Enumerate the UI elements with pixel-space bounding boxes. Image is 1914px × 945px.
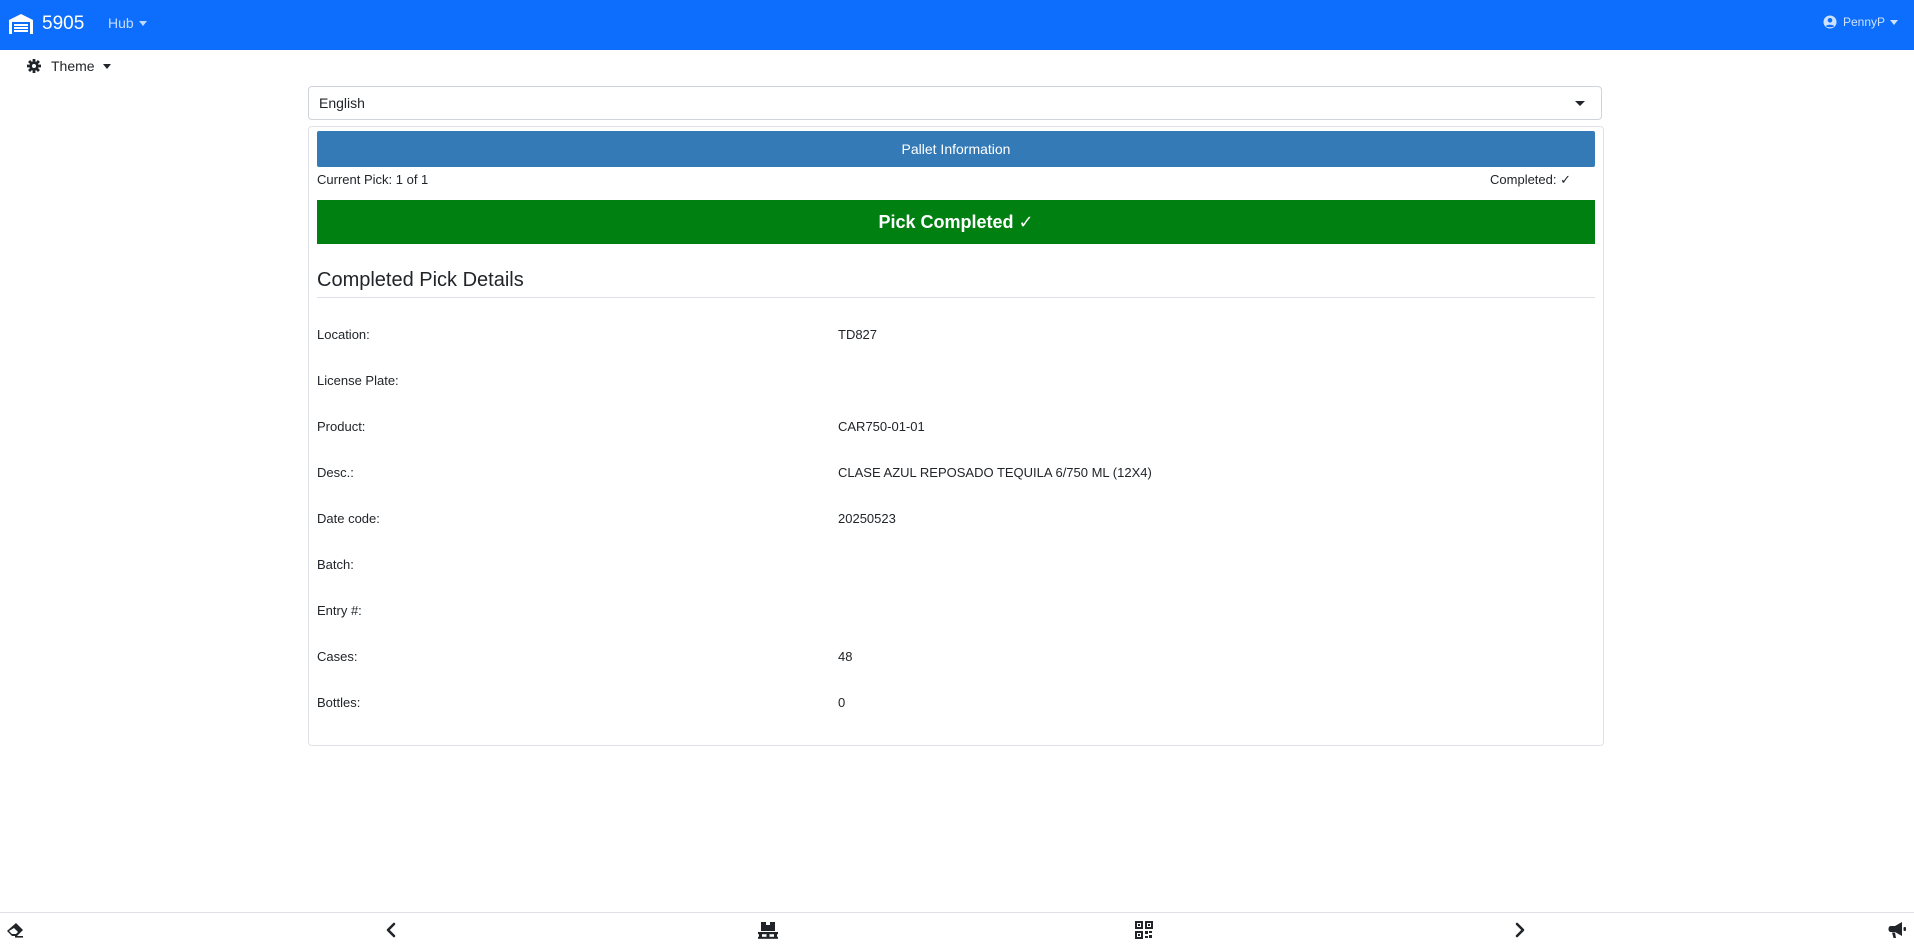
detail-row-product: Product: CAR750-01-01 (317, 417, 1595, 437)
detail-value: 48 (838, 649, 853, 664)
detail-row-desc: Desc.: CLASE AZUL REPOSADO TEQUILA 6/750… (317, 463, 1595, 483)
eraser-icon (7, 923, 23, 938)
caret-down-icon (102, 63, 111, 69)
brand-link[interactable]: 5905 (8, 12, 84, 36)
megaphone-icon (1888, 922, 1906, 938)
completed-status: Completed: ✓ (1490, 172, 1571, 187)
detail-label: Batch: (317, 557, 354, 572)
detail-row-batch: Batch: (317, 555, 1595, 575)
chevron-right-icon (1515, 922, 1525, 938)
top-navbar: 5905 Hub PennyP (0, 0, 1914, 50)
announcement-button[interactable] (1886, 921, 1908, 939)
eraser-button[interactable] (4, 921, 26, 939)
hub-label: Hub (108, 15, 134, 31)
detail-value: CAR750-01-01 (838, 419, 925, 434)
banner-text: Pick Completed ✓ (878, 211, 1034, 232)
detail-row-date-code: Date code: 20250523 (317, 509, 1595, 529)
user-name: PennyP (1842, 15, 1885, 29)
gear-icon (27, 59, 41, 73)
pallet-icon (758, 922, 778, 939)
hub-dropdown[interactable]: Hub (108, 15, 147, 31)
pick-card: Pallet Information Current Pick: 1 of 1 … (308, 126, 1604, 746)
detail-label: License Plate: (317, 373, 399, 388)
caret-down-icon (1575, 100, 1585, 106)
current-pick-counter: Current Pick: 1 of 1 (317, 172, 429, 187)
detail-label: Location: (317, 327, 370, 342)
qr-scan-button[interactable] (1133, 921, 1155, 939)
detail-row-location: Location: TD827 (317, 325, 1595, 345)
detail-value: CLASE AZUL REPOSADO TEQUILA 6/750 ML (12… (838, 465, 1152, 480)
detail-label: Bottles: (317, 695, 361, 710)
caret-down-icon (1890, 19, 1898, 25)
pick-completed-banner: Pick Completed ✓ (317, 200, 1595, 244)
pallet-information-button[interactable]: Pallet Information (317, 131, 1595, 167)
caret-down-icon (138, 20, 147, 26)
detail-label: Desc.: (317, 465, 354, 480)
divider (317, 297, 1595, 298)
user-circle-icon (1823, 15, 1837, 29)
detail-value: 20250523 (838, 511, 896, 526)
details-heading: Completed Pick Details (317, 269, 524, 291)
detail-row-entry: Entry #: (317, 601, 1595, 621)
language-selected-value: English (319, 95, 365, 111)
brand-title: 5905 (42, 13, 85, 34)
detail-row-license-plate: License Plate: (317, 371, 1595, 391)
chevron-left-icon (386, 922, 396, 938)
language-select[interactable]: English (308, 86, 1602, 120)
detail-label: Product: (317, 419, 366, 434)
previous-button[interactable] (380, 921, 402, 939)
theme-dropdown[interactable]: Theme (27, 58, 111, 74)
next-button[interactable] (1509, 921, 1531, 939)
detail-label: Cases: (317, 649, 358, 664)
warehouse-icon (9, 14, 33, 34)
pallet-button[interactable] (757, 921, 779, 939)
detail-value: 0 (838, 695, 846, 710)
qrcode-icon (1135, 921, 1153, 939)
theme-label: Theme (51, 58, 95, 74)
detail-row-cases: Cases: 48 (317, 647, 1595, 667)
detail-label: Entry #: (317, 603, 362, 618)
detail-row-bottles: Bottles: 0 (317, 693, 1595, 713)
detail-value: TD827 (838, 327, 878, 342)
detail-label: Date code: (317, 511, 380, 526)
user-menu[interactable]: PennyP (1823, 15, 1898, 29)
bottom-toolbar (0, 912, 1914, 945)
